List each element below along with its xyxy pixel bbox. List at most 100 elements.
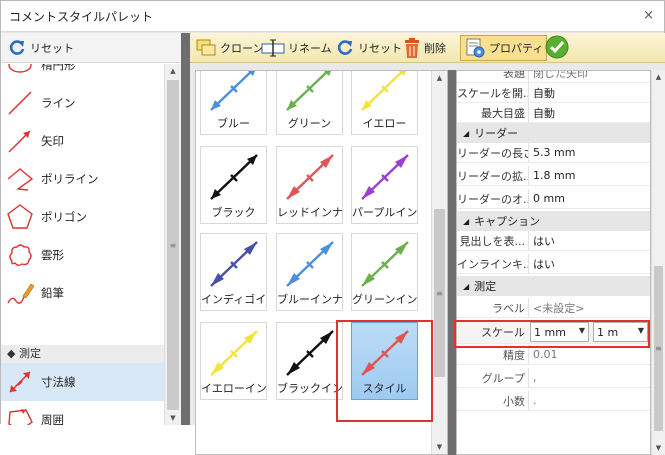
category-label: キャプション: [474, 215, 541, 228]
list-item-cloud[interactable]: 雲形: [1, 236, 164, 274]
list-item-polyline[interactable]: ポリライン: [1, 160, 164, 198]
left-reset-button[interactable]: リセット: [4, 36, 77, 60]
list-item-polygon[interactable]: ポリゴン: [1, 198, 164, 236]
style-tile[interactable]: グリーンインナー: [351, 233, 418, 311]
style-tile-label: グリーン: [287, 117, 332, 130]
scroll-up-arrow[interactable]: ▲: [165, 64, 181, 78]
style-tile-label: スタイル: [362, 382, 407, 395]
style-tile[interactable]: イエローインナー: [200, 322, 267, 400]
category-caption[interactable]: ◢ キャプション: [457, 211, 650, 231]
style-tile[interactable]: グリーン: [276, 71, 343, 135]
prop-value: 閉じた矢印: [528, 71, 588, 82]
list-item-pencil[interactable]: 鉛筆: [1, 274, 164, 312]
properties-scrollbar[interactable]: ▲ ≡ ▼: [651, 70, 665, 455]
style-tile-label: パープルインナー: [352, 206, 417, 219]
arrow-icon: [5, 126, 35, 156]
dimension-line-icon: [286, 71, 331, 111]
dimension-line-icon: [210, 330, 258, 376]
right-reset-button[interactable]: リセット: [332, 36, 405, 60]
style-gallery: ブルー グリーン イエローブラック レッドインナーパープルインナーインディゴインナーブ…: [195, 70, 448, 455]
left-scrollbar[interactable]: ▲ ≡ ▼: [164, 64, 181, 425]
prop-row-label[interactable]: ラベル <未設定>: [457, 298, 650, 318]
style-tile[interactable]: ブルーインナー: [276, 233, 343, 311]
collapse-triangle-icon[interactable]: ◢: [463, 282, 469, 291]
prop-row[interactable]: スケールを開... 自動: [457, 83, 650, 103]
prop-row[interactable]: 精度 0.01: [457, 345, 650, 365]
scale-unit-dropdown-2[interactable]: 1 m ▼: [593, 322, 648, 342]
style-tile[interactable]: レッドインナー: [276, 146, 343, 224]
prop-key: スケール: [481, 325, 525, 339]
polyline-icon: [5, 164, 35, 194]
dimension-line-icon: [286, 241, 334, 287]
style-tile-label: ブラック: [211, 206, 256, 219]
style-tile[interactable]: ブルー: [200, 71, 267, 135]
collapse-triangle-icon[interactable]: ◢: [463, 217, 469, 226]
prop-row[interactable]: 小数 .: [457, 391, 650, 411]
clone-button[interactable]: クローン: [192, 36, 266, 60]
style-tile[interactable]: スタイル: [351, 322, 418, 400]
pane-splitter[interactable]: [448, 70, 456, 455]
prop-row[interactable]: 見出しを表... はい: [457, 231, 650, 251]
prop-row-partial[interactable]: 表題 閉じた矢印: [457, 71, 650, 83]
list-item-dimension[interactable]: 寸法線: [1, 363, 164, 401]
prop-key: 見出しを表...: [459, 234, 526, 248]
pencil-icon: [5, 278, 35, 308]
dimension-line-icon: [286, 330, 334, 376]
category-measure[interactable]: ◢ 測定: [457, 276, 650, 296]
scroll-thumb[interactable]: ≡: [167, 80, 179, 410]
style-tile-label: イエロー: [362, 117, 407, 130]
dropdown-value: 1 mm: [534, 325, 566, 339]
scroll-down-arrow[interactable]: ▼: [432, 440, 447, 454]
prop-row[interactable]: インラインキ... はい: [457, 254, 650, 274]
style-tile[interactable]: インディゴインナー: [200, 233, 267, 311]
prop-row[interactable]: リーダーのオ... 0 mm: [457, 189, 650, 209]
scroll-thumb[interactable]: ≡: [654, 266, 663, 431]
delete-label: 削除: [424, 42, 446, 55]
style-tile[interactable]: ブラックインナー: [276, 322, 343, 400]
list-item-label: 周囲: [41, 413, 64, 425]
prop-key: グループ: [481, 371, 525, 385]
tool-list-pane: リセット 楕円形 ライン 矢印 ポリライン ポリゴン 雲形 鉛筆 ◆ 測定 寸法…: [1, 33, 181, 425]
style-tile[interactable]: イエロー: [351, 71, 418, 135]
list-item-label: 雲形: [41, 248, 64, 262]
category-leader[interactable]: ◢ リーダー: [457, 123, 650, 143]
scroll-up-arrow[interactable]: ▲: [432, 71, 447, 85]
list-item-label: 鉛筆: [41, 286, 64, 300]
list-item-perimeter[interactable]: 周囲: [1, 401, 164, 425]
dimension-line-icon: [361, 241, 409, 287]
prop-row[interactable]: グループ ,: [457, 368, 650, 388]
pane-splitter[interactable]: [181, 33, 190, 425]
confirm-button[interactable]: [541, 35, 573, 59]
list-item-arrow[interactable]: 矢印: [1, 122, 164, 160]
perimeter-icon: [5, 405, 35, 425]
rename-button[interactable]: リネーム: [258, 36, 335, 60]
style-tile[interactable]: ブラック: [200, 146, 267, 224]
style-tile-label: インディゴインナー: [201, 293, 266, 306]
list-item-ellipse[interactable]: 楕円形: [1, 64, 164, 84]
prop-row[interactable]: リーダーの拡... 1.8 mm: [457, 166, 650, 186]
gallery-scrollbar[interactable]: ▲ ≡ ▼: [431, 71, 447, 454]
prop-row[interactable]: リーダーの長さ 5.3 mm: [457, 143, 650, 163]
dimension-line-icon: [361, 71, 406, 111]
list-item-label: ポリゴン: [41, 210, 87, 224]
scroll-down-arrow[interactable]: ▼: [652, 441, 665, 455]
scroll-down-arrow[interactable]: ▼: [165, 411, 181, 425]
close-button[interactable]: ×: [643, 8, 654, 23]
style-toolbar: クローン リネーム リセット 削除 プロパティ: [190, 33, 665, 63]
scroll-thumb[interactable]: ≡: [434, 209, 445, 377]
style-tile[interactable]: パープルインナー: [351, 146, 418, 224]
collapse-triangle-icon[interactable]: ◢: [463, 129, 469, 138]
prop-key: リーダーのオ...: [457, 192, 528, 206]
category-label: 測定: [474, 280, 497, 293]
scale-unit-dropdown-1[interactable]: 1 mm ▼: [530, 322, 589, 342]
prop-key: 最大目盛: [481, 106, 525, 120]
tool-list: 楕円形 ライン 矢印 ポリライン ポリゴン 雲形 鉛筆 ◆ 測定 寸法線 周囲: [1, 64, 164, 425]
scroll-up-arrow[interactable]: ▲: [652, 70, 665, 84]
properties-button[interactable]: プロパティ: [460, 35, 548, 61]
list-item-line[interactable]: ライン: [1, 84, 164, 122]
dimension-line-icon: [286, 154, 334, 200]
delete-button[interactable]: 削除: [400, 36, 449, 60]
properties-label: プロパティ: [489, 42, 544, 55]
dimension-line-icon: [361, 154, 409, 200]
prop-row[interactable]: 最大目盛 自動: [457, 103, 650, 123]
